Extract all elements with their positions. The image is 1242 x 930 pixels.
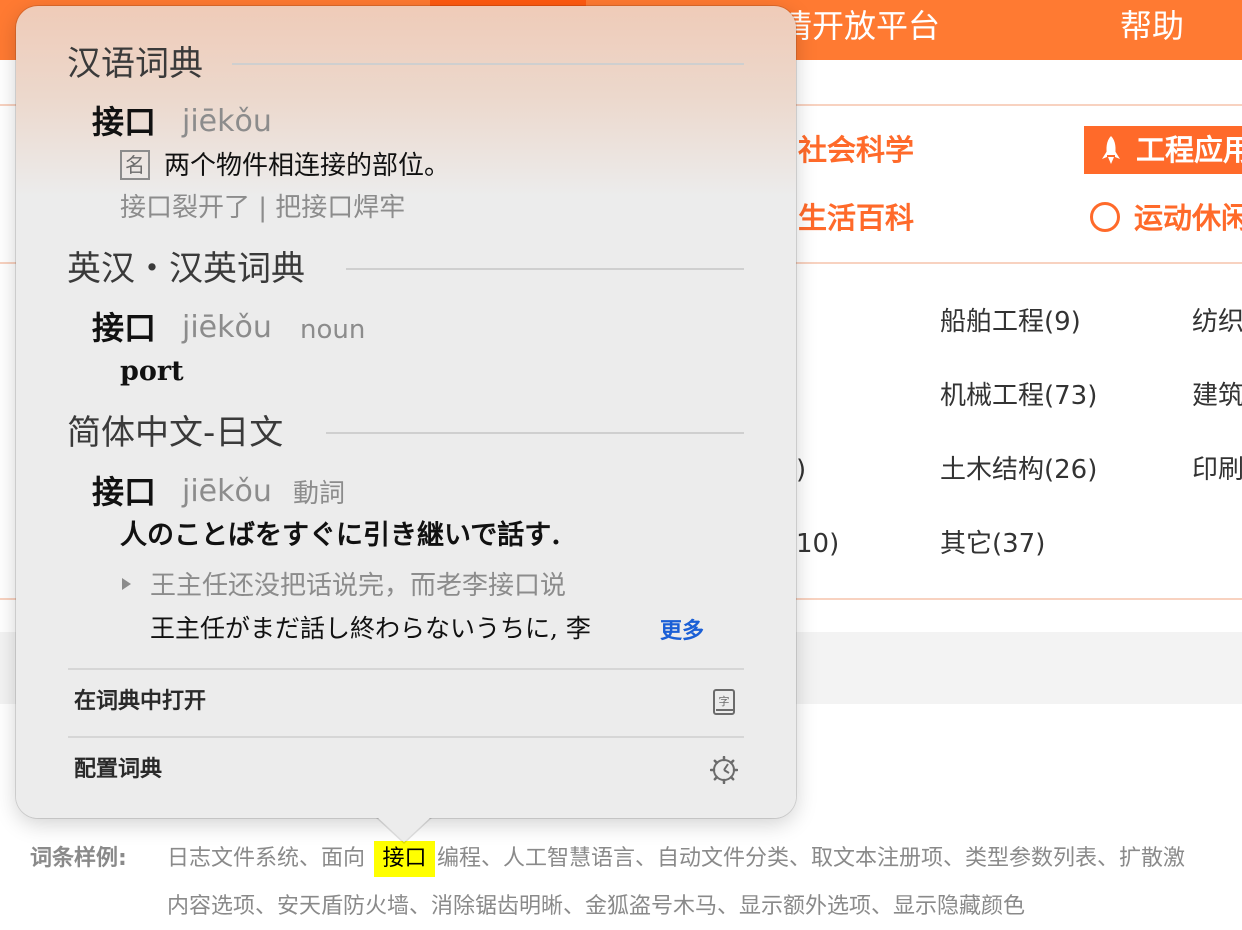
- category-engineering-label: 工程应用: [1136, 133, 1242, 167]
- subcategory-link-partial[interactable]: 10): [796, 526, 839, 562]
- category-social-science[interactable]: 社会科学: [798, 130, 914, 170]
- subcategory-link[interactable]: 土木结构(26): [940, 452, 1097, 488]
- subcategory-link[interactable]: 建筑: [1192, 378, 1242, 414]
- part-of-speech: noun: [300, 315, 366, 345]
- category-sports-label: 运动休闲: [1134, 201, 1242, 235]
- subcategory-link[interactable]: 船舶工程(9): [940, 304, 1081, 340]
- subcategory-link[interactable]: 机械工程(73): [940, 378, 1097, 414]
- disclosure-triangle-icon: [122, 578, 131, 590]
- usage-example: 接口裂开了 | 把接口焊牢: [120, 193, 406, 223]
- configure-dictionary-button[interactable]: 配置词典: [74, 754, 162, 786]
- nav-item-open-platform[interactable]: 情开放平台: [780, 4, 940, 48]
- definition: 两个物件相连接的部位。: [164, 151, 451, 181]
- usage-example-translation: 王主任がまだ話し終わらないうちに, 李: [150, 614, 591, 643]
- examples-label: 词条样例:: [30, 846, 127, 871]
- subcategory-link[interactable]: 纺织: [1192, 304, 1242, 340]
- category-engineering-active[interactable]: 工程应用: [1084, 126, 1242, 174]
- headword: 接口: [92, 473, 157, 511]
- footer-divider: [68, 736, 744, 738]
- section-title-chinese-dictionary: 汉语词典: [67, 44, 203, 84]
- open-in-dictionary-button[interactable]: 在词典中打开: [74, 686, 206, 718]
- footer-divider: [68, 668, 744, 670]
- gear-icon[interactable]: [710, 756, 738, 784]
- section-rule: [326, 432, 744, 434]
- translation: 人のことばをすぐに引き継いで話す.: [120, 520, 561, 551]
- pinyin: jiēkǒu: [182, 104, 272, 139]
- nav-item-help[interactable]: 帮助: [1120, 4, 1184, 48]
- examples-line-1-start[interactable]: 日志文件系统、面向: [167, 843, 365, 875]
- section-title-english-chinese: 英汉・汉英词典: [67, 249, 305, 289]
- section-rule: [346, 268, 744, 270]
- examples-line-2[interactable]: 内容选项、安天盾防火墙、消除锯齿明晰、金狐盗号木马、显示额外选项、显示隐藏颜色: [167, 891, 1025, 923]
- subcategory-link[interactable]: 印刷: [1192, 452, 1242, 488]
- category-life[interactable]: 生活百科: [798, 198, 914, 238]
- highlighted-lookup-word[interactable]: 接口: [374, 841, 435, 877]
- pinyin: jiēkǒu: [182, 474, 272, 509]
- part-of-speech: 動詞: [293, 479, 346, 509]
- part-of-speech-badge: 名: [120, 150, 150, 180]
- subcategory-link-partial[interactable]: ): [796, 452, 806, 488]
- rocket-icon: [1102, 136, 1120, 164]
- basketball-icon: [1090, 202, 1120, 232]
- examples-line-1-end[interactable]: 编程、人工智慧语言、自动文件分类、取文本注册项、类型参数列表、扩散激: [437, 843, 1185, 875]
- translation: port: [120, 356, 184, 387]
- headword: 接口: [92, 309, 157, 347]
- category-sports[interactable]: 运动休闲: [1090, 198, 1242, 238]
- popover-pointer: [376, 816, 432, 842]
- svg-text:字: 字: [719, 694, 730, 708]
- more-link[interactable]: 更多: [660, 617, 704, 647]
- dictionary-book-icon[interactable]: 字: [710, 688, 738, 716]
- section-rule: [232, 63, 744, 65]
- headword: 接口: [92, 103, 157, 141]
- pinyin: jiēkǒu: [182, 310, 272, 345]
- subcategory-link[interactable]: 其它(37): [940, 526, 1045, 562]
- usage-example: 王主任还没把话说完，而老李接口说: [150, 571, 567, 601]
- section-title-chinese-japanese: 简体中文-日文: [67, 413, 284, 453]
